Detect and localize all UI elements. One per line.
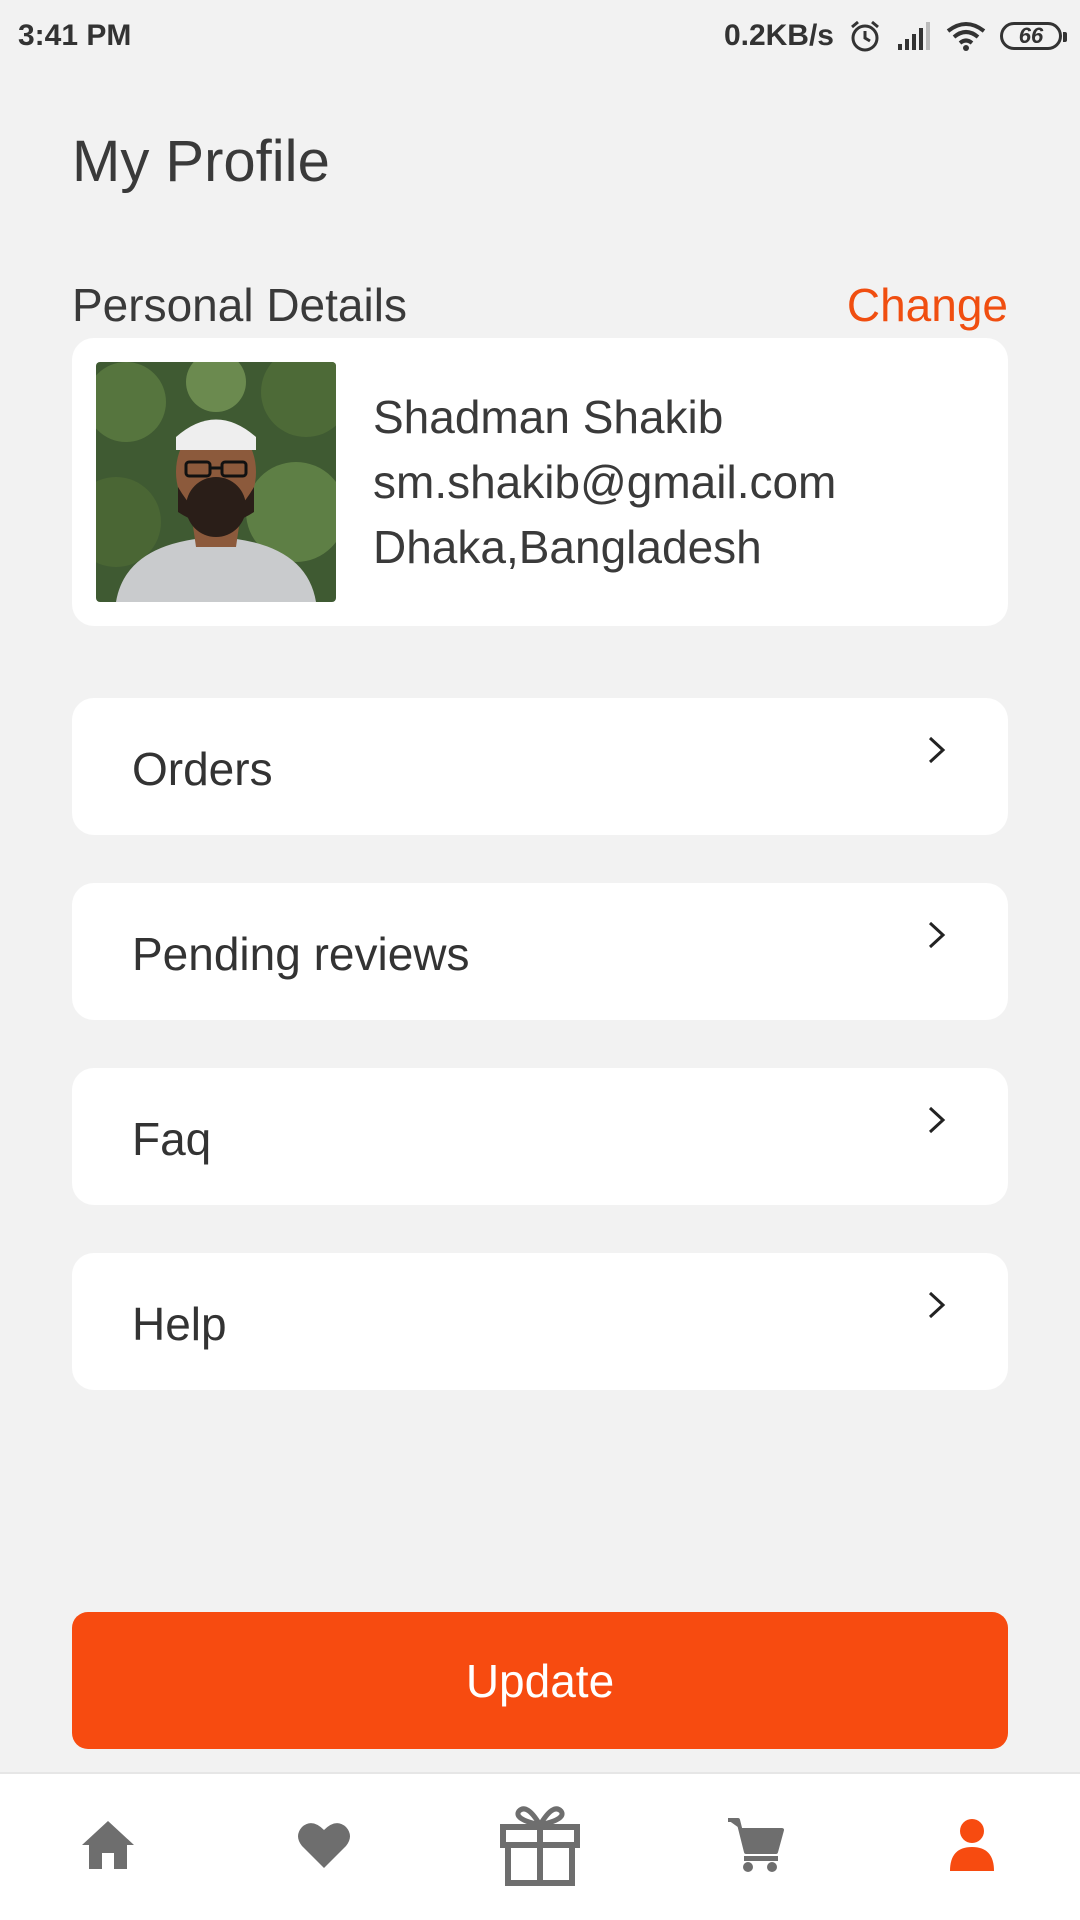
nav-home[interactable]: [48, 1774, 168, 1920]
nav-cart[interactable]: [696, 1774, 816, 1920]
bottom-nav: [0, 1772, 1080, 1920]
chevron-right-icon: [926, 1105, 948, 1140]
menu-item-pending-reviews[interactable]: Pending reviews: [72, 883, 1008, 1020]
nav-gifts[interactable]: [480, 1774, 600, 1920]
menu-item-label: Orders: [132, 742, 273, 795]
status-bar: 3:41 PM 0.2KB/s 66: [0, 0, 1080, 72]
signal-icon: [896, 22, 932, 50]
menu-item-orders[interactable]: Orders: [72, 698, 1008, 835]
cart-icon: [726, 1816, 786, 1879]
network-speed: 0.2KB/s: [723, 19, 834, 52]
chevron-right-icon: [926, 920, 948, 955]
heart-icon: [296, 1820, 352, 1875]
update-button[interactable]: Update: [72, 1612, 1008, 1749]
battery-icon: 66: [1000, 22, 1067, 50]
wifi-icon: [946, 21, 986, 51]
person-icon: [947, 1817, 997, 1878]
page-title: My Profile: [72, 129, 330, 194]
status-icons: 0.2KB/s 66: [723, 19, 1067, 53]
alarm-icon: [848, 19, 882, 53]
profile-name: Shadman Shakib: [373, 390, 724, 443]
nav-profile[interactable]: [912, 1774, 1032, 1920]
change-link[interactable]: Change: [847, 278, 1008, 332]
menu-item-label: Faq: [132, 1112, 212, 1165]
personal-details-header: Personal Details Change: [72, 278, 1008, 332]
profile-location: Dhaka,Bangladesh: [373, 520, 762, 573]
battery-level: 66: [1018, 23, 1044, 48]
status-time: 3:41 PM: [18, 19, 132, 52]
avatar: [96, 362, 336, 602]
menu-item-label: Help: [132, 1297, 227, 1350]
profile-card: Shadman Shakib sm.shakib@gmail.com Dhaka…: [72, 338, 1008, 626]
section-label: Personal Details: [72, 279, 407, 331]
menu-item-faq[interactable]: Faq: [72, 1068, 1008, 1205]
home-icon: [78, 1817, 138, 1878]
menu-item-label: Pending reviews: [132, 927, 470, 980]
nav-favorites[interactable]: [264, 1774, 384, 1920]
profile-email: sm.shakib@gmail.com: [373, 455, 837, 508]
profile-info: Shadman Shakib sm.shakib@gmail.com Dhaka…: [373, 390, 837, 573]
chevron-right-icon: [926, 735, 948, 770]
gift-icon: [497, 1803, 583, 1892]
menu-item-help[interactable]: Help: [72, 1253, 1008, 1390]
chevron-right-icon: [926, 1290, 948, 1325]
